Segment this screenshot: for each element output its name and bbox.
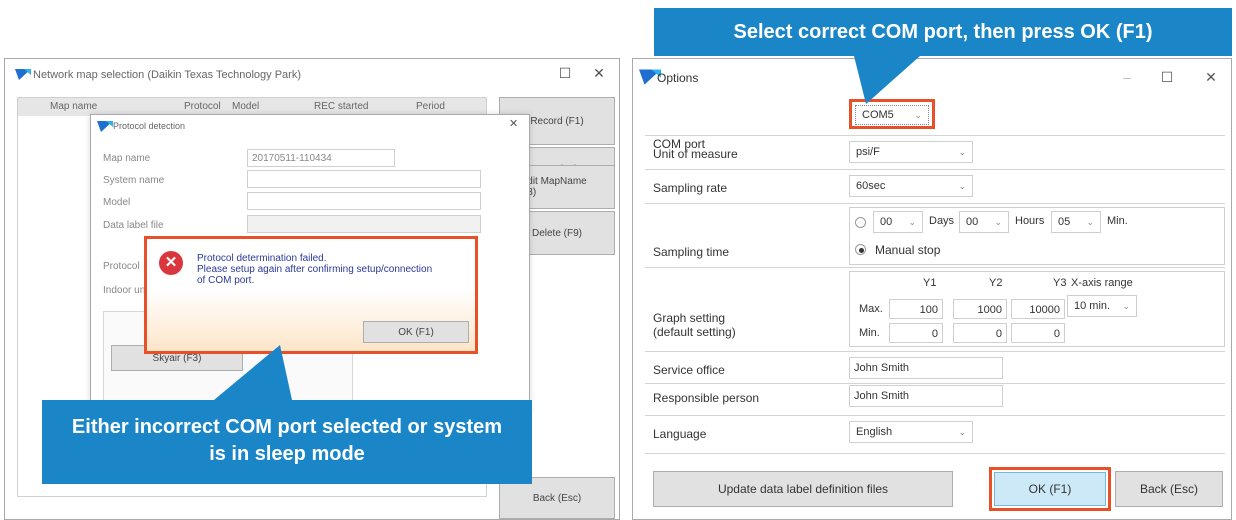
chevron-down-icon: ⌄ — [958, 426, 966, 437]
hours-label: Hours — [1015, 215, 1045, 227]
y2-header: Y2 — [989, 277, 1003, 289]
x-range-value: 10 min. — [1074, 300, 1111, 312]
x-range-select[interactable]: 10 min. ⌄ — [1067, 295, 1137, 317]
right-callout-text: Select correct COM port, then press OK (… — [733, 21, 1153, 43]
sampling-time-label: Sampling time — [653, 245, 730, 259]
close-icon[interactable]: ✕ — [1201, 69, 1221, 86]
days-select[interactable]: 00 ⌄ — [873, 211, 923, 233]
responsible-person-label: Responsible person — [653, 391, 760, 405]
divider — [645, 169, 1225, 170]
y2-max-input[interactable]: 1000 — [953, 299, 1007, 319]
hours-select[interactable]: 00 ⌄ — [959, 211, 1009, 233]
unit-value: psi/F — [856, 146, 880, 158]
language-value: English — [856, 426, 893, 438]
manual-stop-radio[interactable] — [855, 244, 866, 255]
x-range-header: X-axis range — [1071, 277, 1133, 289]
language-label: Language — [653, 427, 707, 441]
days-radio[interactable] — [855, 217, 866, 228]
service-office-label: Service office — [653, 363, 725, 377]
min-row-label: Min. — [859, 327, 880, 339]
min-value: 05 — [1058, 216, 1071, 228]
divider — [645, 267, 1225, 268]
sampling-rate-select[interactable]: 60sec ⌄ — [849, 175, 973, 197]
left-callout-text: Either incorrect COM port selected or sy… — [71, 416, 503, 465]
y1-header: Y1 — [923, 277, 937, 289]
back-button[interactable]: Back (Esc) — [1115, 471, 1223, 507]
responsible-person-input[interactable]: John Smith — [849, 385, 1003, 407]
chevron-down-icon: ⌄ — [1122, 300, 1130, 311]
ok-button[interactable]: OK (F1) — [994, 472, 1106, 506]
chevron-down-icon: ⌄ — [958, 146, 966, 157]
graph-label-line-2: (default setting) — [653, 325, 736, 339]
min-label: Min. — [1107, 215, 1128, 227]
min-select[interactable]: 05 ⌄ — [1051, 211, 1101, 233]
y2-min-input[interactable]: 0 — [953, 323, 1007, 343]
language-select[interactable]: English ⌄ — [849, 421, 973, 443]
left-callout: Either incorrect COM port selected or sy… — [42, 400, 532, 484]
unit-select[interactable]: psi/F ⌄ — [849, 141, 973, 163]
graph-label-line-1: Graph setting — [653, 311, 726, 325]
update-definition-files-button[interactable]: Update data label definition files — [653, 471, 953, 507]
options-window: Options – ☐ ✕ COM port COM5 ⌄ Unit of me… — [632, 58, 1232, 520]
manual-stop-label: Manual stop — [875, 243, 941, 257]
sampling-rate-value: 60sec — [856, 180, 886, 192]
chevron-down-icon: ⌄ — [1086, 216, 1094, 227]
y3-header: Y3 — [1053, 277, 1067, 289]
graph-setting-label: Graph setting (default setting) — [653, 311, 736, 339]
divider — [645, 135, 1225, 136]
com-port-value: COM5 — [862, 109, 894, 121]
divider — [645, 383, 1225, 384]
minimize-icon[interactable]: – — [1117, 69, 1137, 85]
chevron-down-icon: ⌄ — [994, 216, 1002, 227]
y3-min-input[interactable]: 0 — [1011, 323, 1065, 343]
chevron-down-icon: ⌄ — [908, 216, 916, 227]
days-label: Days — [929, 215, 955, 227]
max-label: Max. — [859, 303, 883, 315]
hours-value: 00 — [966, 216, 979, 228]
service-office-input[interactable]: John Smith — [849, 357, 1003, 379]
divider — [645, 351, 1225, 352]
unit-label: Unit of measure — [653, 147, 738, 161]
y1-min-input[interactable]: 0 — [889, 323, 943, 343]
maximize-icon[interactable]: ☐ — [1157, 69, 1177, 86]
right-callout: Select correct COM port, then press OK (… — [654, 8, 1232, 56]
days-value: 00 — [880, 216, 893, 228]
divider — [645, 415, 1225, 416]
window-title: Options — [657, 71, 699, 85]
divider — [645, 453, 1225, 454]
sampling-rate-label: Sampling rate — [653, 181, 728, 195]
chevron-down-icon: ⌄ — [958, 180, 966, 191]
divider — [645, 203, 1225, 204]
y3-max-input[interactable]: 10000 — [1011, 299, 1065, 319]
y1-max-input[interactable]: 100 — [889, 299, 943, 319]
chevron-down-icon: ⌄ — [914, 109, 922, 120]
radio-dot — [859, 248, 864, 253]
